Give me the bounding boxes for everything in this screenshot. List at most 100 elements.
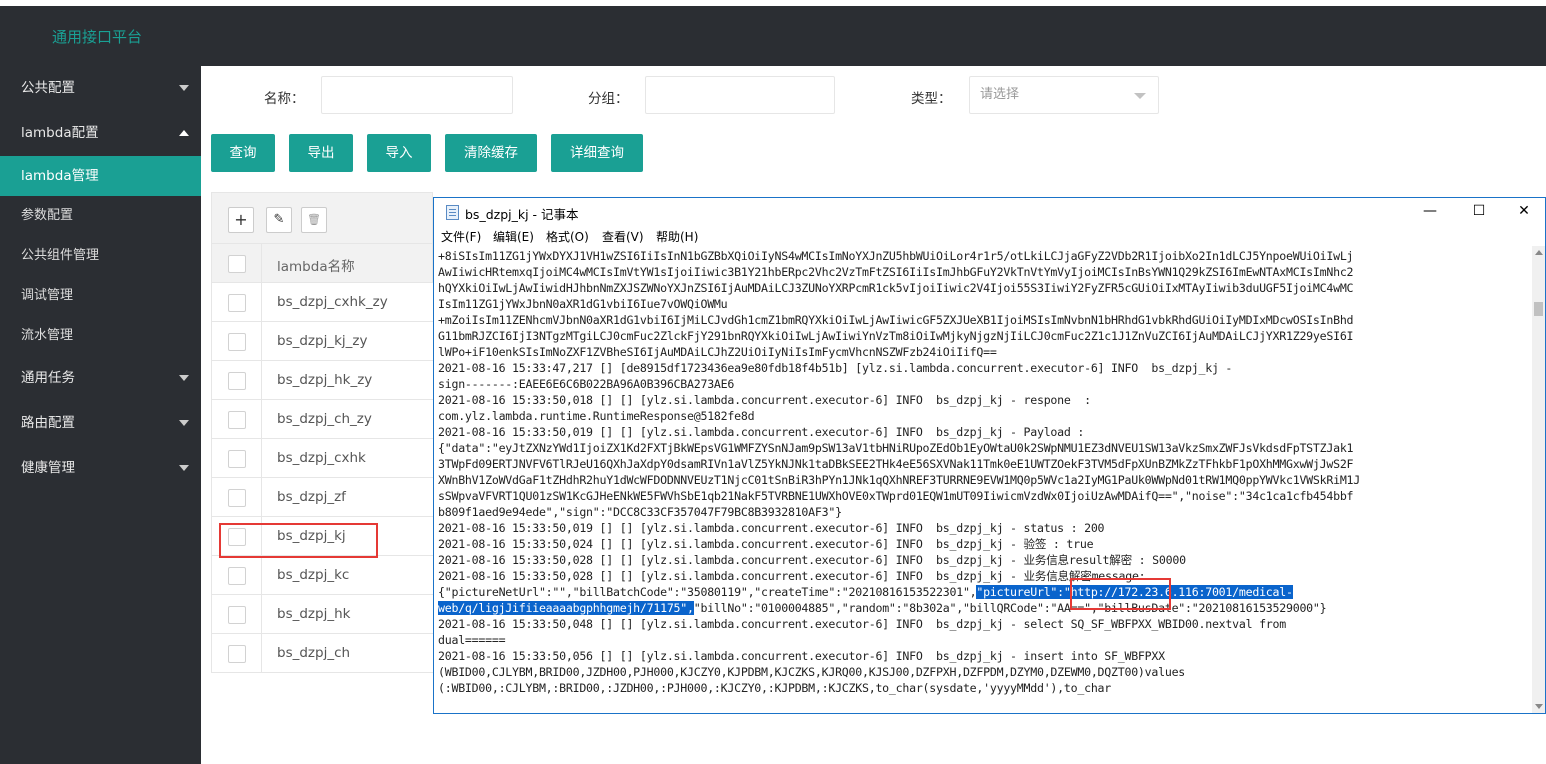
menu-view[interactable]: 查看(V) xyxy=(602,228,644,245)
scroll-down-icon[interactable] xyxy=(1535,704,1543,709)
sidebar-item-flow-manage[interactable]: 流水管理 xyxy=(0,316,201,356)
sidebar-item-public-config[interactable]: 公共配置 xyxy=(0,68,201,108)
query-button[interactable]: 查询 xyxy=(211,134,275,172)
highlight-annotation-box xyxy=(219,523,378,558)
sidebar-item-health-manage[interactable]: 健康管理 xyxy=(0,448,201,488)
notepad-title: bs_dzpj_kj - 记事本 xyxy=(465,207,579,222)
select-all-checkbox[interactable] xyxy=(228,255,246,273)
sidebar-item-route-config[interactable]: 路由配置 xyxy=(0,403,201,443)
type-select[interactable]: 请选择 xyxy=(969,76,1159,114)
row-checkbox[interactable] xyxy=(228,645,246,663)
row-checkbox[interactable] xyxy=(228,450,246,468)
table-row[interactable]: bs_dzpj_cxhk_zy xyxy=(211,283,433,322)
column-divider xyxy=(261,634,262,673)
sidebar-item-label: lambda配置 xyxy=(21,125,99,141)
log-line: 2021-08-16 15:33:50,028 [] [] [ylz.si.la… xyxy=(438,569,1146,583)
log-line: +mZoiIsIm11ZENhcmVJbnN0aXR1dG1vbiI6IjMiL… xyxy=(438,313,1354,327)
top-bar: 通用接口平台 xyxy=(0,0,1546,66)
column-divider xyxy=(261,595,262,634)
log-line: +8iSIsIm11ZG1jYWxDYXJ1VH1wZSI6IiIsInN1bG… xyxy=(438,249,1354,263)
row-checkbox[interactable] xyxy=(228,411,246,429)
delete-icon[interactable]: 🗑 xyxy=(301,207,327,233)
row-checkbox[interactable] xyxy=(228,489,246,507)
table-toolbar: + ✎ 🗑 xyxy=(211,192,433,244)
log-line: (WBID00,CJLYBM,BRID00,JZDH00,PJH000,KJCZ… xyxy=(438,665,1186,679)
group-input[interactable] xyxy=(645,76,835,114)
log-line-rest: "billNo":"0100004885","random":"8b302a",… xyxy=(693,601,1327,615)
clear-cache-button[interactable]: 清除缓存 xyxy=(445,134,537,172)
log-line: AwIiwicHRtemxqIjoiMC4wMCIsImVtYW1sIjoiIi… xyxy=(438,265,1354,279)
log-line: b809f1aed9e94ede","sign":"DCC8C33CF35704… xyxy=(438,505,842,519)
chevron-up-icon xyxy=(179,130,189,136)
log-line: hQYXkiOiIwLjAwIiwidHJhbnNmZXJSZWNoYXJnZS… xyxy=(438,281,1354,295)
lambda-name-cell: bs_dzpj_cxhk_zy xyxy=(277,294,388,310)
row-checkbox[interactable] xyxy=(228,606,246,624)
sidebar-item-lambda-manage[interactable]: lambda管理 xyxy=(0,156,201,196)
log-line: {"data":"eyJtZXNzYWd1IjoiZX1Kd2FXTjBkWEp… xyxy=(438,441,1354,455)
lambda-name-cell: bs_dzpj_kj_zy xyxy=(277,333,368,349)
table-row[interactable]: bs_dzpj_hk_zy xyxy=(211,361,433,400)
sidebar-item-component-manage[interactable]: 公共组件管理 xyxy=(0,236,201,276)
lambda-table: + ✎ 🗑 lambda名称 bs_dzpj_cxhk_zy bs_dzpj_k… xyxy=(211,192,433,764)
menu-edit[interactable]: 编辑(E) xyxy=(493,228,534,245)
edit-icon[interactable]: ✎ xyxy=(266,207,292,233)
row-checkbox[interactable] xyxy=(228,333,246,351)
menu-file[interactable]: 文件(F) xyxy=(441,228,481,245)
notepad-menubar: 文件(F) 编辑(E) 格式(O) 查看(V) 帮助(H) xyxy=(434,226,1545,246)
row-checkbox[interactable] xyxy=(228,567,246,585)
sidebar-item-label: 健康管理 xyxy=(21,460,75,476)
table-row[interactable]: bs_dzpj_zf xyxy=(211,478,433,517)
notepad-titlebar[interactable]: bs_dzpj_kj - 记事本 — ☐ ✕ xyxy=(434,198,1545,226)
column-divider xyxy=(261,244,262,283)
notepad-window[interactable]: bs_dzpj_kj - 记事本 — ☐ ✕ 文件(F) 编辑(E) 格式(O)… xyxy=(433,197,1546,714)
name-label: 名称： xyxy=(264,91,305,107)
table-row[interactable]: bs_dzpj_hk xyxy=(211,595,433,634)
menu-help[interactable]: 帮助(H) xyxy=(656,228,698,245)
type-label: 类型： xyxy=(911,91,952,107)
add-icon[interactable]: + xyxy=(228,207,254,233)
vertical-scrollbar[interactable] xyxy=(1532,246,1545,713)
column-divider xyxy=(261,361,262,400)
lambda-name-cell: bs_dzpj_hk_zy xyxy=(277,372,373,388)
sidebar-item-general-task[interactable]: 通用任务 xyxy=(0,358,201,398)
table-row[interactable]: bs_dzpj_kc xyxy=(211,556,433,595)
scrollbar-thumb[interactable] xyxy=(1534,302,1543,316)
detail-query-button[interactable]: 详细查询 xyxy=(551,134,643,172)
log-line: XWnBhV1ZoWVdGaF1tZHdhR2huY1dWcWFDODNNVEU… xyxy=(438,473,1361,487)
name-input[interactable] xyxy=(321,76,513,114)
close-icon[interactable]: ✕ xyxy=(1501,198,1546,226)
menu-format[interactable]: 格式(O) xyxy=(546,228,589,245)
sidebar-item-label: lambda管理 xyxy=(21,168,99,184)
sidebar-item-debug-manage[interactable]: 调试管理 xyxy=(0,276,201,316)
log-line: 2021-08-16 15:33:50,048 [] [] [ylz.si.la… xyxy=(438,617,1286,631)
scroll-up-icon[interactable] xyxy=(1535,250,1543,255)
sidebar-item-label: 参数配置 xyxy=(21,208,74,223)
import-button[interactable]: 导入 xyxy=(367,134,431,172)
minimize-icon[interactable]: — xyxy=(1407,198,1453,226)
sidebar-item-lambda-config[interactable]: lambda配置 xyxy=(0,113,201,153)
table-row[interactable]: bs_dzpj_cxhk xyxy=(211,439,433,478)
lambda-name-cell: bs_dzpj_ch_zy xyxy=(277,411,372,427)
log-line: 2021-08-16 15:33:50,019 [] [] [ylz.si.la… xyxy=(438,521,1105,535)
log-line: 3TWpFd09ERTJNVFV6TlRJeU16QXhJaXdpY0dsamR… xyxy=(438,457,1354,471)
selected-text: web/q/ligjJifiieaaaabgphhgmejh/71175", xyxy=(438,601,694,615)
export-button[interactable]: 导出 xyxy=(289,134,353,172)
maximize-icon[interactable]: ☐ xyxy=(1456,198,1502,226)
table-row[interactable]: bs_dzpj_kj_zy xyxy=(211,322,433,361)
log-line: 2021-08-16 15:33:47,217 [] [de8915df1723… xyxy=(438,361,1233,375)
column-header-lambda-name: lambda名称 xyxy=(277,259,355,275)
notepad-text-area[interactable]: +8iSIsIm11ZG1jYWxDYXJ1VH1wZSI6IiIsInN1bG… xyxy=(434,246,1532,713)
sidebar-item-label: 公共组件管理 xyxy=(21,248,100,263)
row-checkbox[interactable] xyxy=(228,294,246,312)
log-line: 2021-08-16 15:33:50,028 [] [] [ylz.si.la… xyxy=(438,553,1186,567)
log-line: sSWpvaVFVRT1QU01zSW1KcGJHeENkWE5FWVhSbE1… xyxy=(438,489,1354,503)
log-line: IsIm11ZG1jYWxJbnN0aXR1dG1vbiI6Iue7vOWQiO… xyxy=(438,297,728,311)
lambda-name-cell: bs_dzpj_kc xyxy=(277,567,350,583)
row-checkbox[interactable] xyxy=(228,372,246,390)
sidebar-item-param-config[interactable]: 参数配置 xyxy=(0,196,201,236)
log-line: 2021-08-16 15:33:50,024 [] [] [ylz.si.la… xyxy=(438,537,1094,551)
column-divider xyxy=(261,400,262,439)
table-row[interactable]: bs_dzpj_ch_zy xyxy=(211,400,433,439)
table-row[interactable]: bs_dzpj_ch xyxy=(211,634,433,673)
log-line-start: {"pictureNetUrl":"","billBatchCode":"350… xyxy=(438,585,977,599)
